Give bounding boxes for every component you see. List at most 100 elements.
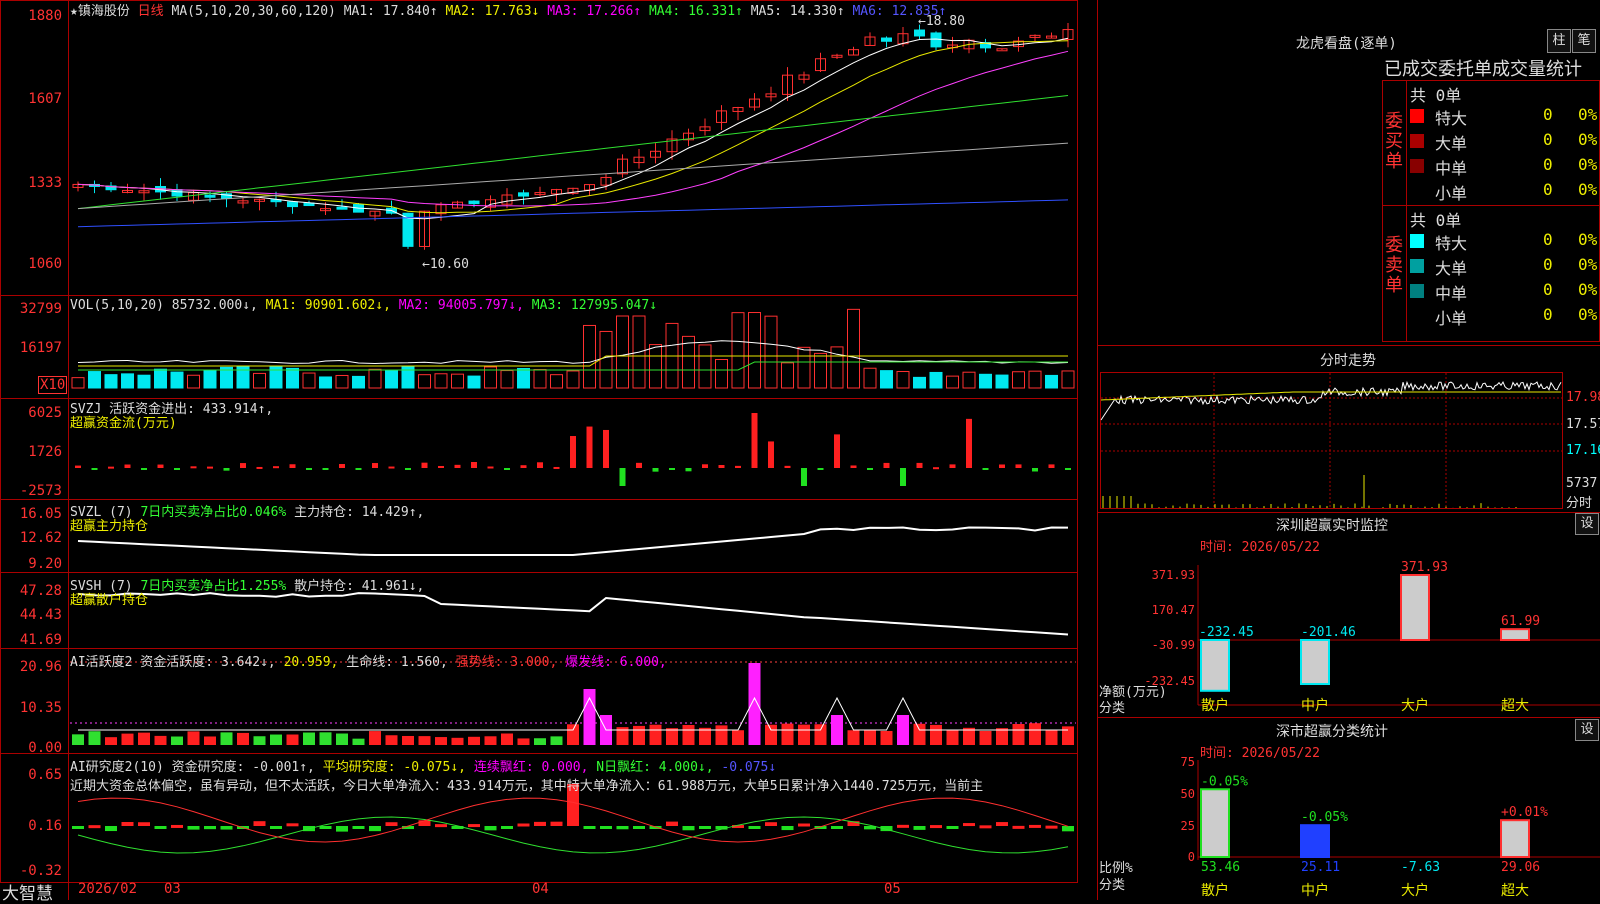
candle [171,189,183,197]
activity-bar [501,733,513,745]
svzj-ytick: 6025 [28,405,62,421]
flow-bar [1065,468,1071,470]
research-bar [154,826,167,829]
kline-ytick: 1333 [28,175,62,191]
research-bar [781,826,794,831]
activity-bar [1029,723,1041,745]
activity-bar [732,730,744,745]
ai2-ytick: -0.32 [19,863,62,879]
x-label-start: 2026/02 [78,881,138,897]
flow-bar [669,468,675,470]
flow-bar [487,466,494,469]
ai1-header: AI活跃度2 资金活跃度: 3.642↓, 20.959, 生命线: 1.560… [70,651,667,670]
activity-bar [682,724,695,745]
activity-bar [1045,730,1058,745]
svzl-ytick: 9.20 [28,556,62,572]
svzl-sub: 超赢主力持仓 [70,519,149,534]
sell-swatch [1410,309,1424,323]
activity-bar [88,731,101,745]
flow-bar [867,468,873,470]
volume-bar [731,312,745,389]
monitor-divider [1098,512,1600,513]
svzl-hold: 主力持仓: 14.429↑, [294,505,425,520]
kline-ytick: 1880 [28,8,62,24]
sell-row-name: 大单 [1435,259,1468,278]
intraday-chart-box [1100,372,1563,509]
buy-row-pct: 0% [1578,105,1598,124]
sell-row-pct: 0% [1578,280,1598,299]
volume-bar [434,373,448,389]
pen-mode-button[interactable]: 笔 [1572,29,1596,53]
flow-bar [603,429,609,468]
svzj-sub: 超赢资金流(万元) [70,416,177,431]
flow-bar [982,468,989,470]
research-bar [1045,825,1058,829]
buy-row-pct: 0% [1578,130,1598,149]
research-bar [517,823,530,827]
flow-bar [504,468,510,470]
research-bar [385,822,398,826]
ma-line [77,40,1069,214]
volume-bar [368,368,382,389]
research-bar [979,825,992,829]
intraday-ytick: 17.57 [1566,417,1600,432]
activity-bar [171,736,183,745]
research-bar [204,826,216,830]
volume-bar [913,376,926,389]
volume-bar [1028,370,1042,389]
buy-swatch [1410,159,1424,173]
order-stats-divider [1382,205,1600,206]
research-bar [963,823,975,827]
volume-bar [682,335,695,389]
intraday-title: 分时走势 [1320,353,1376,369]
class-settings-button[interactable]: 设 [1575,719,1599,741]
volume-bar [451,373,464,389]
flow-bar [289,464,296,468]
flow-bar [850,465,857,468]
flow-bar [471,462,477,468]
ma2-value: MA2: 17.763↓ [445,4,540,19]
activity-bar [781,723,794,745]
order-stats-tab[interactable]: 已成交委托单成交量统计 [1384,55,1582,81]
research-bar [550,821,563,826]
volume-bar [863,367,877,389]
volume-bar [88,371,101,389]
research-bar [270,826,282,829]
activity-bar [484,736,497,745]
x-label-04: 04 [532,881,549,897]
flow-bar [537,462,543,468]
activity-bar [831,715,843,745]
research-bar [798,823,810,827]
x-label-05: 05 [884,881,901,897]
ma3-value: MA3: 17.266↑ [547,4,642,19]
flow-bar [619,468,626,486]
ai2-ytick: 0.16 [28,818,62,834]
activity-bar [798,724,810,745]
research-bar [171,824,183,828]
activity-bar [468,736,480,745]
intraday-unit: 分时 [1566,496,1593,511]
research-bar [913,826,926,830]
bar-mode-button[interactable]: 柱 [1547,29,1571,53]
flow-bar [916,462,923,468]
period-label[interactable]: 日线 [138,4,164,19]
activity-bar [418,736,431,745]
research-bar [765,822,777,826]
research-bar [930,825,942,829]
kline-header: ★镇海股份 日线 MA(5,10,20,30,60,120) MA1: 17.8… [70,0,946,19]
research-bar [187,826,200,830]
volume-bar [566,370,580,389]
flow-bar [735,465,741,468]
high-note: ←18.80 [918,14,965,29]
monitor-settings-button[interactable]: 设 [1575,513,1599,535]
flow-bar [421,462,428,468]
ai1-ytick: 10.35 [19,700,62,716]
vol-ytick: 32799 [19,301,62,317]
research-bar [748,826,761,829]
flow-bar [586,426,593,468]
volume-bar [352,375,365,389]
brand-logo: 大智慧 [2,884,53,904]
flow-bar [372,463,378,468]
research-bar [633,826,645,829]
activity-bar [451,737,464,745]
